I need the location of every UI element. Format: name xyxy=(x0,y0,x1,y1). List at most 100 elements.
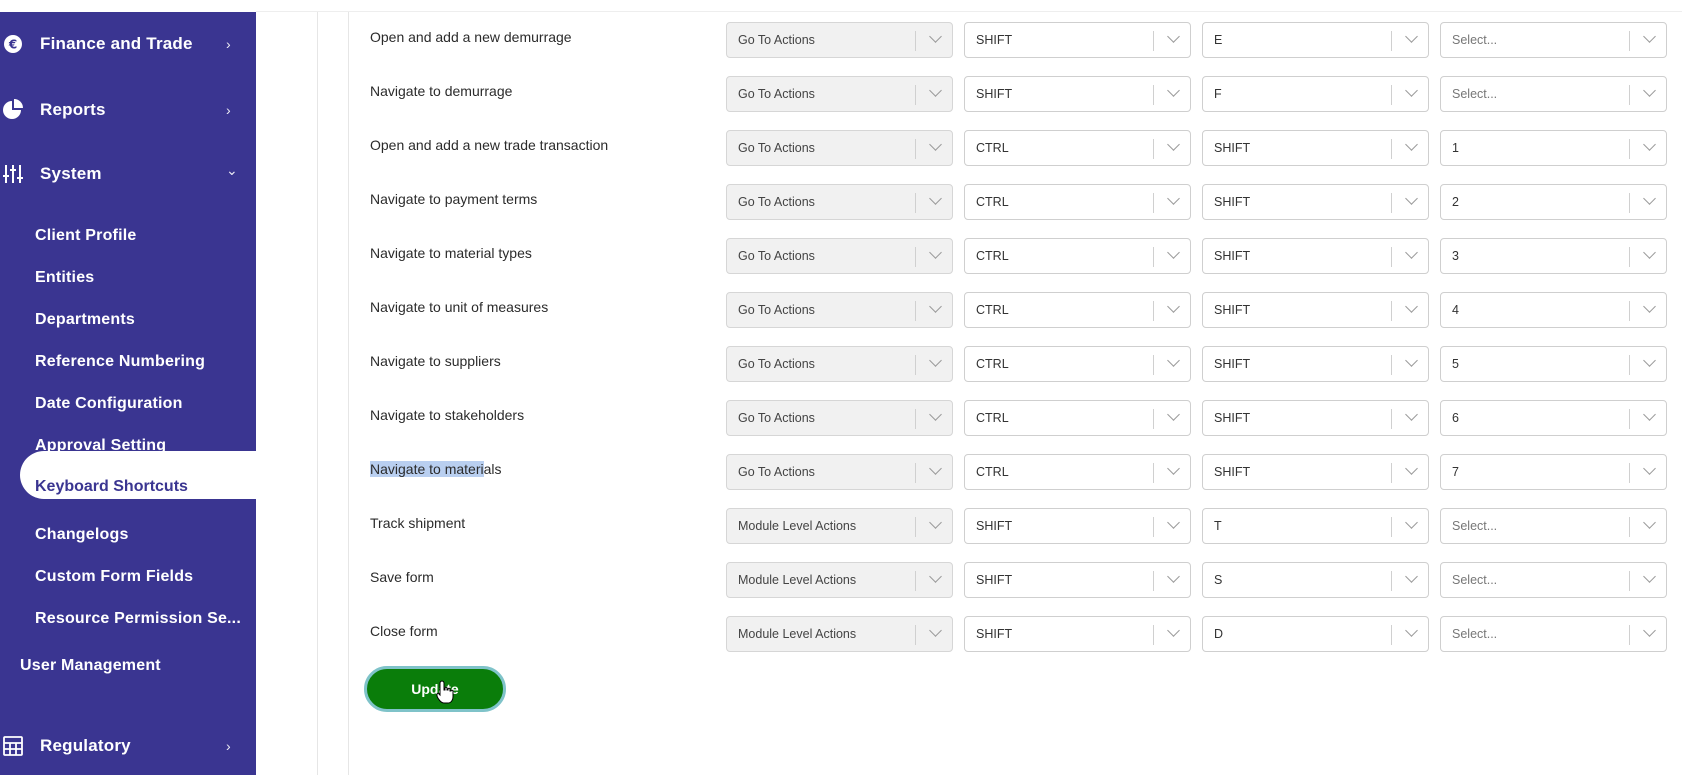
key3-select[interactable]: 5 xyxy=(1440,346,1667,382)
nav-reports[interactable]: Reports › xyxy=(0,90,256,130)
chevron-down-icon[interactable] xyxy=(1405,246,1418,259)
key3-select[interactable]: 6 xyxy=(1440,400,1667,436)
sidebar-item-custom-form-fields[interactable]: Custom Form Fields xyxy=(35,568,193,586)
chevron-down-icon[interactable] xyxy=(1643,354,1656,367)
key1-select[interactable]: CTRL xyxy=(964,238,1191,274)
chevron-down-icon[interactable] xyxy=(929,624,942,637)
group-select[interactable]: Module Level Actions xyxy=(726,562,953,598)
key3-select[interactable]: 1 xyxy=(1440,130,1667,166)
nav-system[interactable]: System ⌄ xyxy=(0,154,256,194)
chevron-down-icon[interactable] xyxy=(929,354,942,367)
key3-select[interactable]: 4 xyxy=(1440,292,1667,328)
chevron-down-icon[interactable] xyxy=(1405,84,1418,97)
key1-select[interactable]: CTRL xyxy=(964,454,1191,490)
chevron-down-icon[interactable] xyxy=(1643,300,1656,313)
chevron-down-icon[interactable] xyxy=(1405,300,1418,313)
chevron-down-icon[interactable] xyxy=(929,570,942,583)
chevron-down-icon[interactable] xyxy=(1643,516,1656,529)
chevron-down-icon[interactable] xyxy=(1643,84,1656,97)
chevron-down-icon[interactable] xyxy=(1167,570,1180,583)
chevron-down-icon[interactable] xyxy=(1643,138,1656,151)
key2-select[interactable]: T xyxy=(1202,508,1429,544)
key1-select[interactable]: CTRL xyxy=(964,184,1191,220)
group-select[interactable]: Go To Actions xyxy=(726,130,953,166)
key3-select[interactable]: 3 xyxy=(1440,238,1667,274)
key2-select[interactable]: F xyxy=(1202,76,1429,112)
group-select[interactable]: Go To Actions xyxy=(726,346,953,382)
key2-select[interactable]: SHIFT xyxy=(1202,346,1429,382)
nav-regulatory[interactable]: Regulatory › xyxy=(0,726,256,766)
group-select[interactable]: Go To Actions xyxy=(726,454,953,490)
key2-select[interactable]: SHIFT xyxy=(1202,184,1429,220)
chevron-down-icon[interactable] xyxy=(929,30,942,43)
chevron-down-icon[interactable] xyxy=(1167,300,1180,313)
sidebar-item-entities[interactable]: Entities xyxy=(35,269,94,287)
update-button[interactable]: Update xyxy=(364,666,506,712)
chevron-down-icon[interactable] xyxy=(929,462,942,475)
chevron-down-icon[interactable] xyxy=(1167,408,1180,421)
chevron-down-icon[interactable] xyxy=(1643,462,1656,475)
chevron-down-icon[interactable] xyxy=(929,516,942,529)
key3-select[interactable]: Select... xyxy=(1440,508,1667,544)
chevron-down-icon[interactable] xyxy=(1643,246,1656,259)
chevron-down-icon[interactable] xyxy=(1643,192,1656,205)
sidebar-item-changelogs[interactable]: Changelogs xyxy=(35,526,129,544)
chevron-down-icon[interactable] xyxy=(1405,570,1418,583)
key2-select[interactable]: SHIFT xyxy=(1202,292,1429,328)
chevron-down-icon[interactable] xyxy=(1643,624,1656,637)
key2-select[interactable]: SHIFT xyxy=(1202,400,1429,436)
group-select[interactable]: Go To Actions xyxy=(726,292,953,328)
key1-select[interactable]: SHIFT xyxy=(964,616,1191,652)
group-select[interactable]: Go To Actions xyxy=(726,22,953,58)
chevron-down-icon[interactable] xyxy=(1405,192,1418,205)
key1-select[interactable]: SHIFT xyxy=(964,508,1191,544)
chevron-down-icon[interactable] xyxy=(1643,408,1656,421)
sidebar-item-departments[interactable]: Departments xyxy=(35,311,135,329)
nav-finance-and-trade[interactable]: € Finance and Trade › xyxy=(0,24,256,64)
chevron-down-icon[interactable] xyxy=(1167,192,1180,205)
chevron-down-icon[interactable] xyxy=(1167,246,1180,259)
group-select[interactable]: Go To Actions xyxy=(726,184,953,220)
key1-select[interactable]: SHIFT xyxy=(964,22,1191,58)
sidebar-item-user-management[interactable]: User Management xyxy=(20,657,161,675)
chevron-down-icon[interactable] xyxy=(1167,30,1180,43)
chevron-down-icon[interactable] xyxy=(1405,462,1418,475)
sidebar-item-client-profile[interactable]: Client Profile xyxy=(35,227,136,245)
key1-select[interactable]: CTRL xyxy=(964,400,1191,436)
key3-select[interactable]: 7 xyxy=(1440,454,1667,490)
key2-select[interactable]: SHIFT xyxy=(1202,238,1429,274)
key1-select[interactable]: CTRL xyxy=(964,346,1191,382)
chevron-down-icon[interactable] xyxy=(1167,354,1180,367)
key3-select[interactable]: Select... xyxy=(1440,76,1667,112)
key1-select[interactable]: SHIFT xyxy=(964,562,1191,598)
chevron-down-icon[interactable] xyxy=(1643,30,1656,43)
key2-select[interactable]: S xyxy=(1202,562,1429,598)
chevron-down-icon[interactable] xyxy=(1405,408,1418,421)
chevron-down-icon[interactable] xyxy=(929,246,942,259)
chevron-down-icon[interactable] xyxy=(929,138,942,151)
key3-select[interactable]: 2 xyxy=(1440,184,1667,220)
chevron-down-icon[interactable] xyxy=(1167,516,1180,529)
chevron-down-icon[interactable] xyxy=(929,300,942,313)
chevron-down-icon[interactable] xyxy=(1405,354,1418,367)
chevron-down-icon[interactable] xyxy=(1405,138,1418,151)
key1-select[interactable]: CTRL xyxy=(964,292,1191,328)
key2-select[interactable]: SHIFT xyxy=(1202,454,1429,490)
chevron-down-icon[interactable] xyxy=(1167,624,1180,637)
chevron-down-icon[interactable] xyxy=(1167,462,1180,475)
key3-select[interactable]: Select... xyxy=(1440,616,1667,652)
group-select[interactable]: Module Level Actions xyxy=(726,616,953,652)
key3-select[interactable]: Select... xyxy=(1440,22,1667,58)
sidebar-item-date-configuration[interactable]: Date Configuration xyxy=(35,395,183,413)
chevron-down-icon[interactable] xyxy=(1167,138,1180,151)
sidebar-item-reference-numbering[interactable]: Reference Numbering xyxy=(35,353,205,371)
sidebar-item-keyboard-shortcuts[interactable]: Keyboard Shortcuts xyxy=(35,478,188,496)
chevron-down-icon[interactable] xyxy=(929,84,942,97)
key3-select[interactable]: Select... xyxy=(1440,562,1667,598)
chevron-down-icon[interactable] xyxy=(1405,30,1418,43)
key2-select[interactable]: D xyxy=(1202,616,1429,652)
chevron-down-icon[interactable] xyxy=(1405,624,1418,637)
key2-select[interactable]: E xyxy=(1202,22,1429,58)
chevron-down-icon[interactable] xyxy=(1167,84,1180,97)
key1-select[interactable]: SHIFT xyxy=(964,76,1191,112)
